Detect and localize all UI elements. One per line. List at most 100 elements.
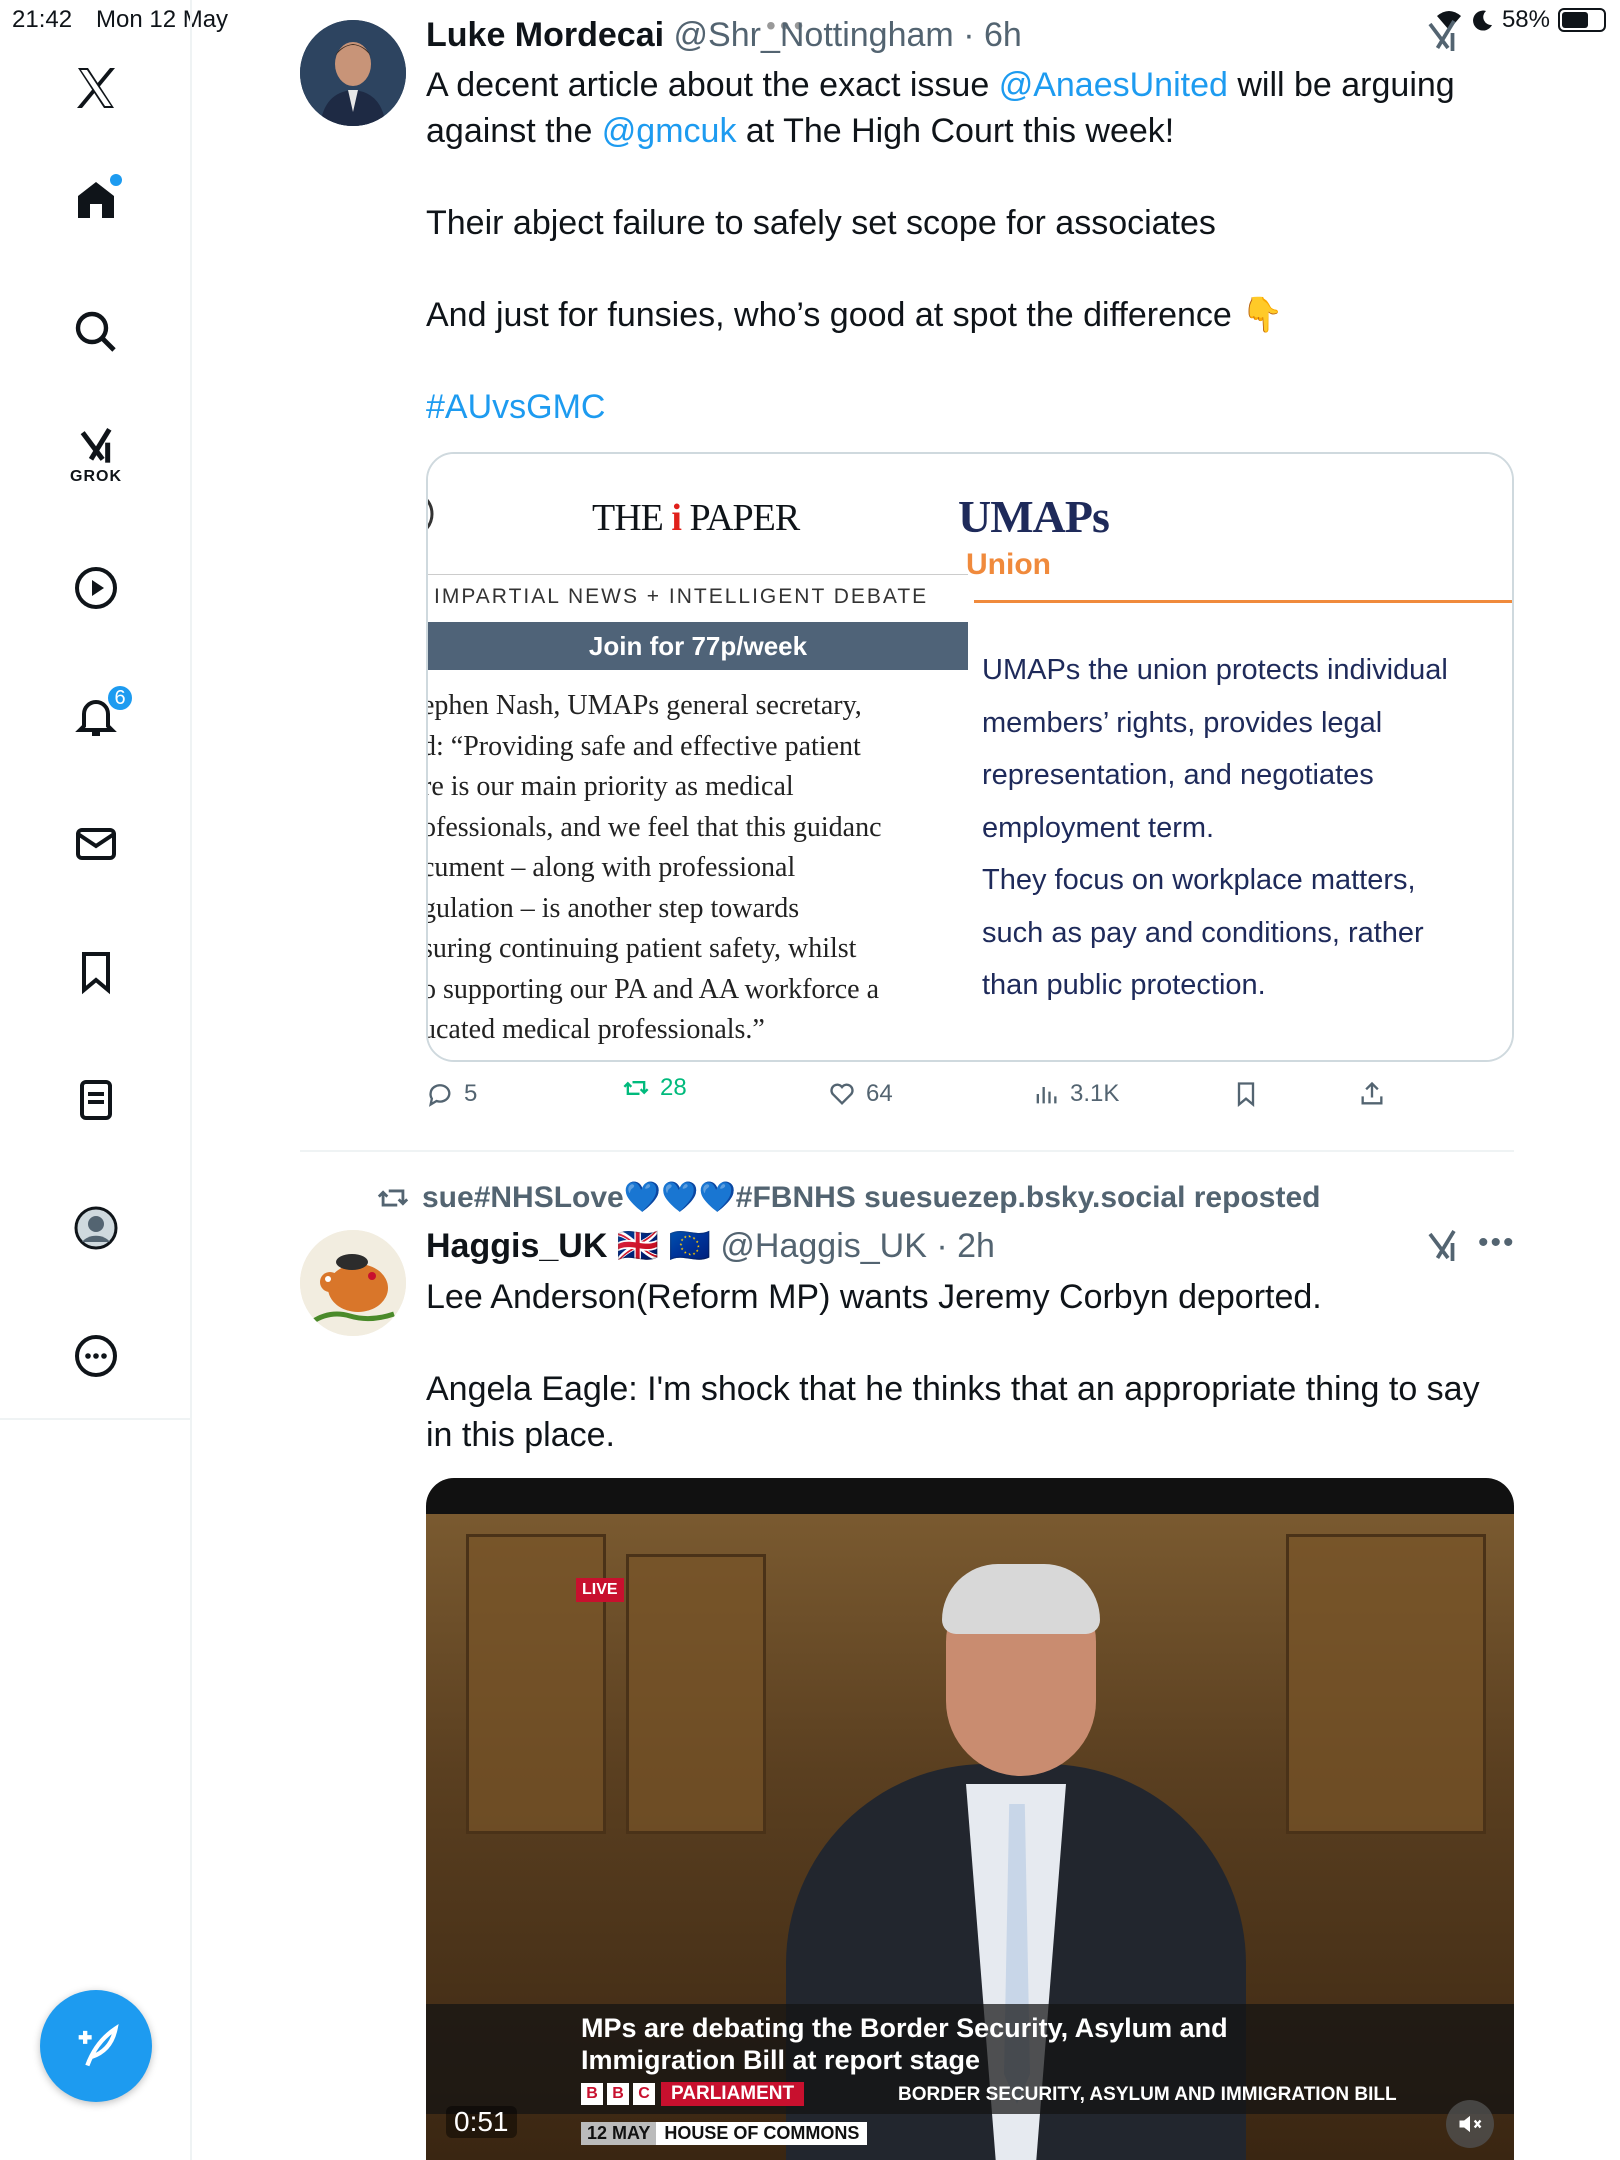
author-name[interactable]: Haggis_UK xyxy=(426,1227,607,1265)
views-button[interactable]: 3.1K xyxy=(1032,1080,1119,1108)
bbc-parliament-logo: B B C PARLIAMENT xyxy=(581,2082,805,2106)
text-segment: A decent article about the exact issue xyxy=(426,66,999,104)
text-segment: will be arguing xyxy=(1227,66,1455,104)
umaps-line: employment term. xyxy=(982,811,1215,844)
more-options-icon[interactable]: ••• xyxy=(1478,1226,1516,1260)
umaps-line: representation, and negotiates xyxy=(982,759,1374,791)
repost-button[interactable]: 28 xyxy=(622,1074,687,1102)
repost-by-text: sue#NHSLove💙💙💙#FBNHS suesuezep.bsky.soci… xyxy=(422,1181,1321,1214)
hashtag-link[interactable]: #AUvsGMC xyxy=(426,384,1526,430)
grok-label: GROK xyxy=(70,468,122,485)
article-line: ofessionals, and we feel that this guida… xyxy=(428,811,882,843)
heart-icon xyxy=(830,1083,854,1105)
avatar[interactable] xyxy=(300,20,406,126)
mail-icon[interactable] xyxy=(56,804,136,884)
article-line: re is our main priority as medical xyxy=(428,771,794,802)
reply-button[interactable]: 5 xyxy=(426,1080,477,1108)
broadcast-date-row: 12 MAY HOUSE OF COMMONS xyxy=(581,2122,868,2145)
avatar-portrait-icon xyxy=(300,20,406,126)
bbc-letter: B xyxy=(607,2083,629,2105)
repost-context[interactable]: sue#NHSLove💙💙💙#FBNHS suesuezep.bsky.soci… xyxy=(376,1180,1320,1215)
haggis-cartoon-icon xyxy=(300,1230,406,1336)
tweet-header: Haggis_UK 🇬🇧 🇪🇺 @Haggis_UK · 2h xyxy=(426,1226,995,1266)
mention-link[interactable]: @gmcuk xyxy=(602,112,737,150)
author-handle[interactable]: @Haggis_UK xyxy=(720,1227,927,1265)
author-name[interactable]: Luke Mordecai xyxy=(426,16,664,54)
grok-icon[interactable]: GROK xyxy=(56,416,136,496)
bookmark-button[interactable] xyxy=(1232,1080,1260,1108)
moon-icon xyxy=(1472,10,1492,31)
umaps-description: UMAPs the union protects individual memb… xyxy=(982,644,1448,1012)
repost-icon xyxy=(623,1081,649,1095)
umaps-line: such as pay and conditions, rather xyxy=(982,916,1424,949)
share-button[interactable] xyxy=(1358,1080,1386,1108)
live-badge: LIVE xyxy=(576,1578,624,1602)
like-button[interactable]: 64 xyxy=(828,1080,893,1108)
tweet-header: Luke Mordecai @Shr_Nottingham · 6h xyxy=(426,16,1022,55)
speaker-hair xyxy=(942,1564,1100,1634)
reply-count: 5 xyxy=(464,1080,478,1107)
ipaper-article-text: ephen Nash, UMAPs general secretary, d: … xyxy=(428,686,968,1051)
home-unread-dot xyxy=(110,174,122,186)
umaps-line: than public protection. xyxy=(982,969,1266,1001)
paragraph: Lee Anderson(Reform MP) wants Jeremy Cor… xyxy=(426,1278,1322,1316)
bill-title: BORDER SECURITY, ASYLUM AND IMMIGRATION … xyxy=(898,2084,1397,2105)
bookmark-icon[interactable] xyxy=(56,932,136,1012)
umaps-screenshot: UMAPs Union UMAPs the union protects ind… xyxy=(958,454,1512,1060)
lists-icon[interactable] xyxy=(56,1060,136,1140)
wood-panel xyxy=(626,1554,766,1834)
video-frame: LIVE MPs are debating the Border Securit… xyxy=(426,1514,1514,2160)
caption-line: Immigration Bill at report stage xyxy=(581,2045,981,2075)
broadcast-location: HOUSE OF COMMONS xyxy=(656,2122,868,2145)
paragraph: Angela Eagle: I'm shock that he thinks t… xyxy=(426,1370,1480,1408)
compose-post-button[interactable] xyxy=(40,1990,152,2102)
battery-percent: 58% xyxy=(1501,6,1550,33)
umaps-union-label: Union xyxy=(966,548,1051,581)
avatar[interactable] xyxy=(300,1230,406,1336)
ipaper-screenshot: THE i PAPER IMPARTIAL NEWS + INTELLIGENT… xyxy=(428,454,968,1060)
article-line: suring continuing patient safety, whilst xyxy=(428,933,857,964)
grok-icon[interactable] xyxy=(1424,1228,1460,1264)
author-flags: 🇬🇧 🇪🇺 xyxy=(616,1227,711,1265)
article-line: ephen Nash, UMAPs general secretary, xyxy=(428,690,862,721)
mention-link[interactable]: @AnaesUnited xyxy=(999,66,1228,104)
umaps-line: They focus on workplace matters, xyxy=(982,864,1416,896)
post-time[interactable]: · 2h xyxy=(936,1227,995,1265)
bookmark-icon xyxy=(1237,1082,1255,1107)
article-line: ucated medical professionals.” xyxy=(428,1014,765,1045)
profile-icon[interactable] xyxy=(56,1188,136,1268)
video-player[interactable]: LIVE MPs are debating the Border Securit… xyxy=(426,1478,1514,2160)
reply-icon xyxy=(429,1084,451,1107)
home-icon[interactable] xyxy=(56,160,136,240)
tweet-text: A decent article about the exact issue @… xyxy=(426,62,1526,430)
umaps-divider xyxy=(974,600,1512,603)
view-count: 3.1K xyxy=(1070,1080,1120,1107)
notifications-badge: 6 xyxy=(106,684,134,712)
mute-button[interactable] xyxy=(1446,2100,1494,2148)
wood-panel xyxy=(1286,1534,1486,1834)
article-line: cument – along with professional xyxy=(428,852,796,883)
video-timestamp: 0:51 xyxy=(446,2106,517,2138)
more-icon[interactable] xyxy=(56,1316,136,1396)
link-card-image[interactable]: THE i PAPER IMPARTIAL NEWS + INTELLIGENT… xyxy=(426,452,1514,1062)
battery-icon xyxy=(1558,8,1606,32)
grok-icon[interactable] xyxy=(1424,18,1460,54)
sidebar-divider xyxy=(0,1418,192,1420)
umaps-line: UMAPs the union protects individual xyxy=(982,654,1448,686)
video-icon[interactable] xyxy=(56,548,136,628)
tweet-separator xyxy=(300,1150,1514,1152)
bbc-letter: C xyxy=(633,2083,655,2105)
logo-the: THE xyxy=(592,497,664,539)
author-handle[interactable]: @Shr_Nottingham xyxy=(674,16,954,54)
share-icon xyxy=(1361,1081,1383,1105)
logo-i: i xyxy=(671,497,682,539)
tweet-text: Lee Anderson(Reform MP) wants Jeremy Cor… xyxy=(426,1274,1526,1458)
views-chart-icon xyxy=(1036,1087,1057,1104)
bbc-letter: B xyxy=(581,2083,603,2105)
bell-icon[interactable]: 6 xyxy=(56,676,136,756)
article-line: gulation – is another step towards xyxy=(428,892,800,924)
x-logo-icon[interactable] xyxy=(56,48,136,128)
search-icon[interactable] xyxy=(56,292,136,372)
post-time[interactable]: · 6h xyxy=(963,16,1022,54)
article-line: o supporting our PA and AA workforce a xyxy=(428,973,880,1005)
